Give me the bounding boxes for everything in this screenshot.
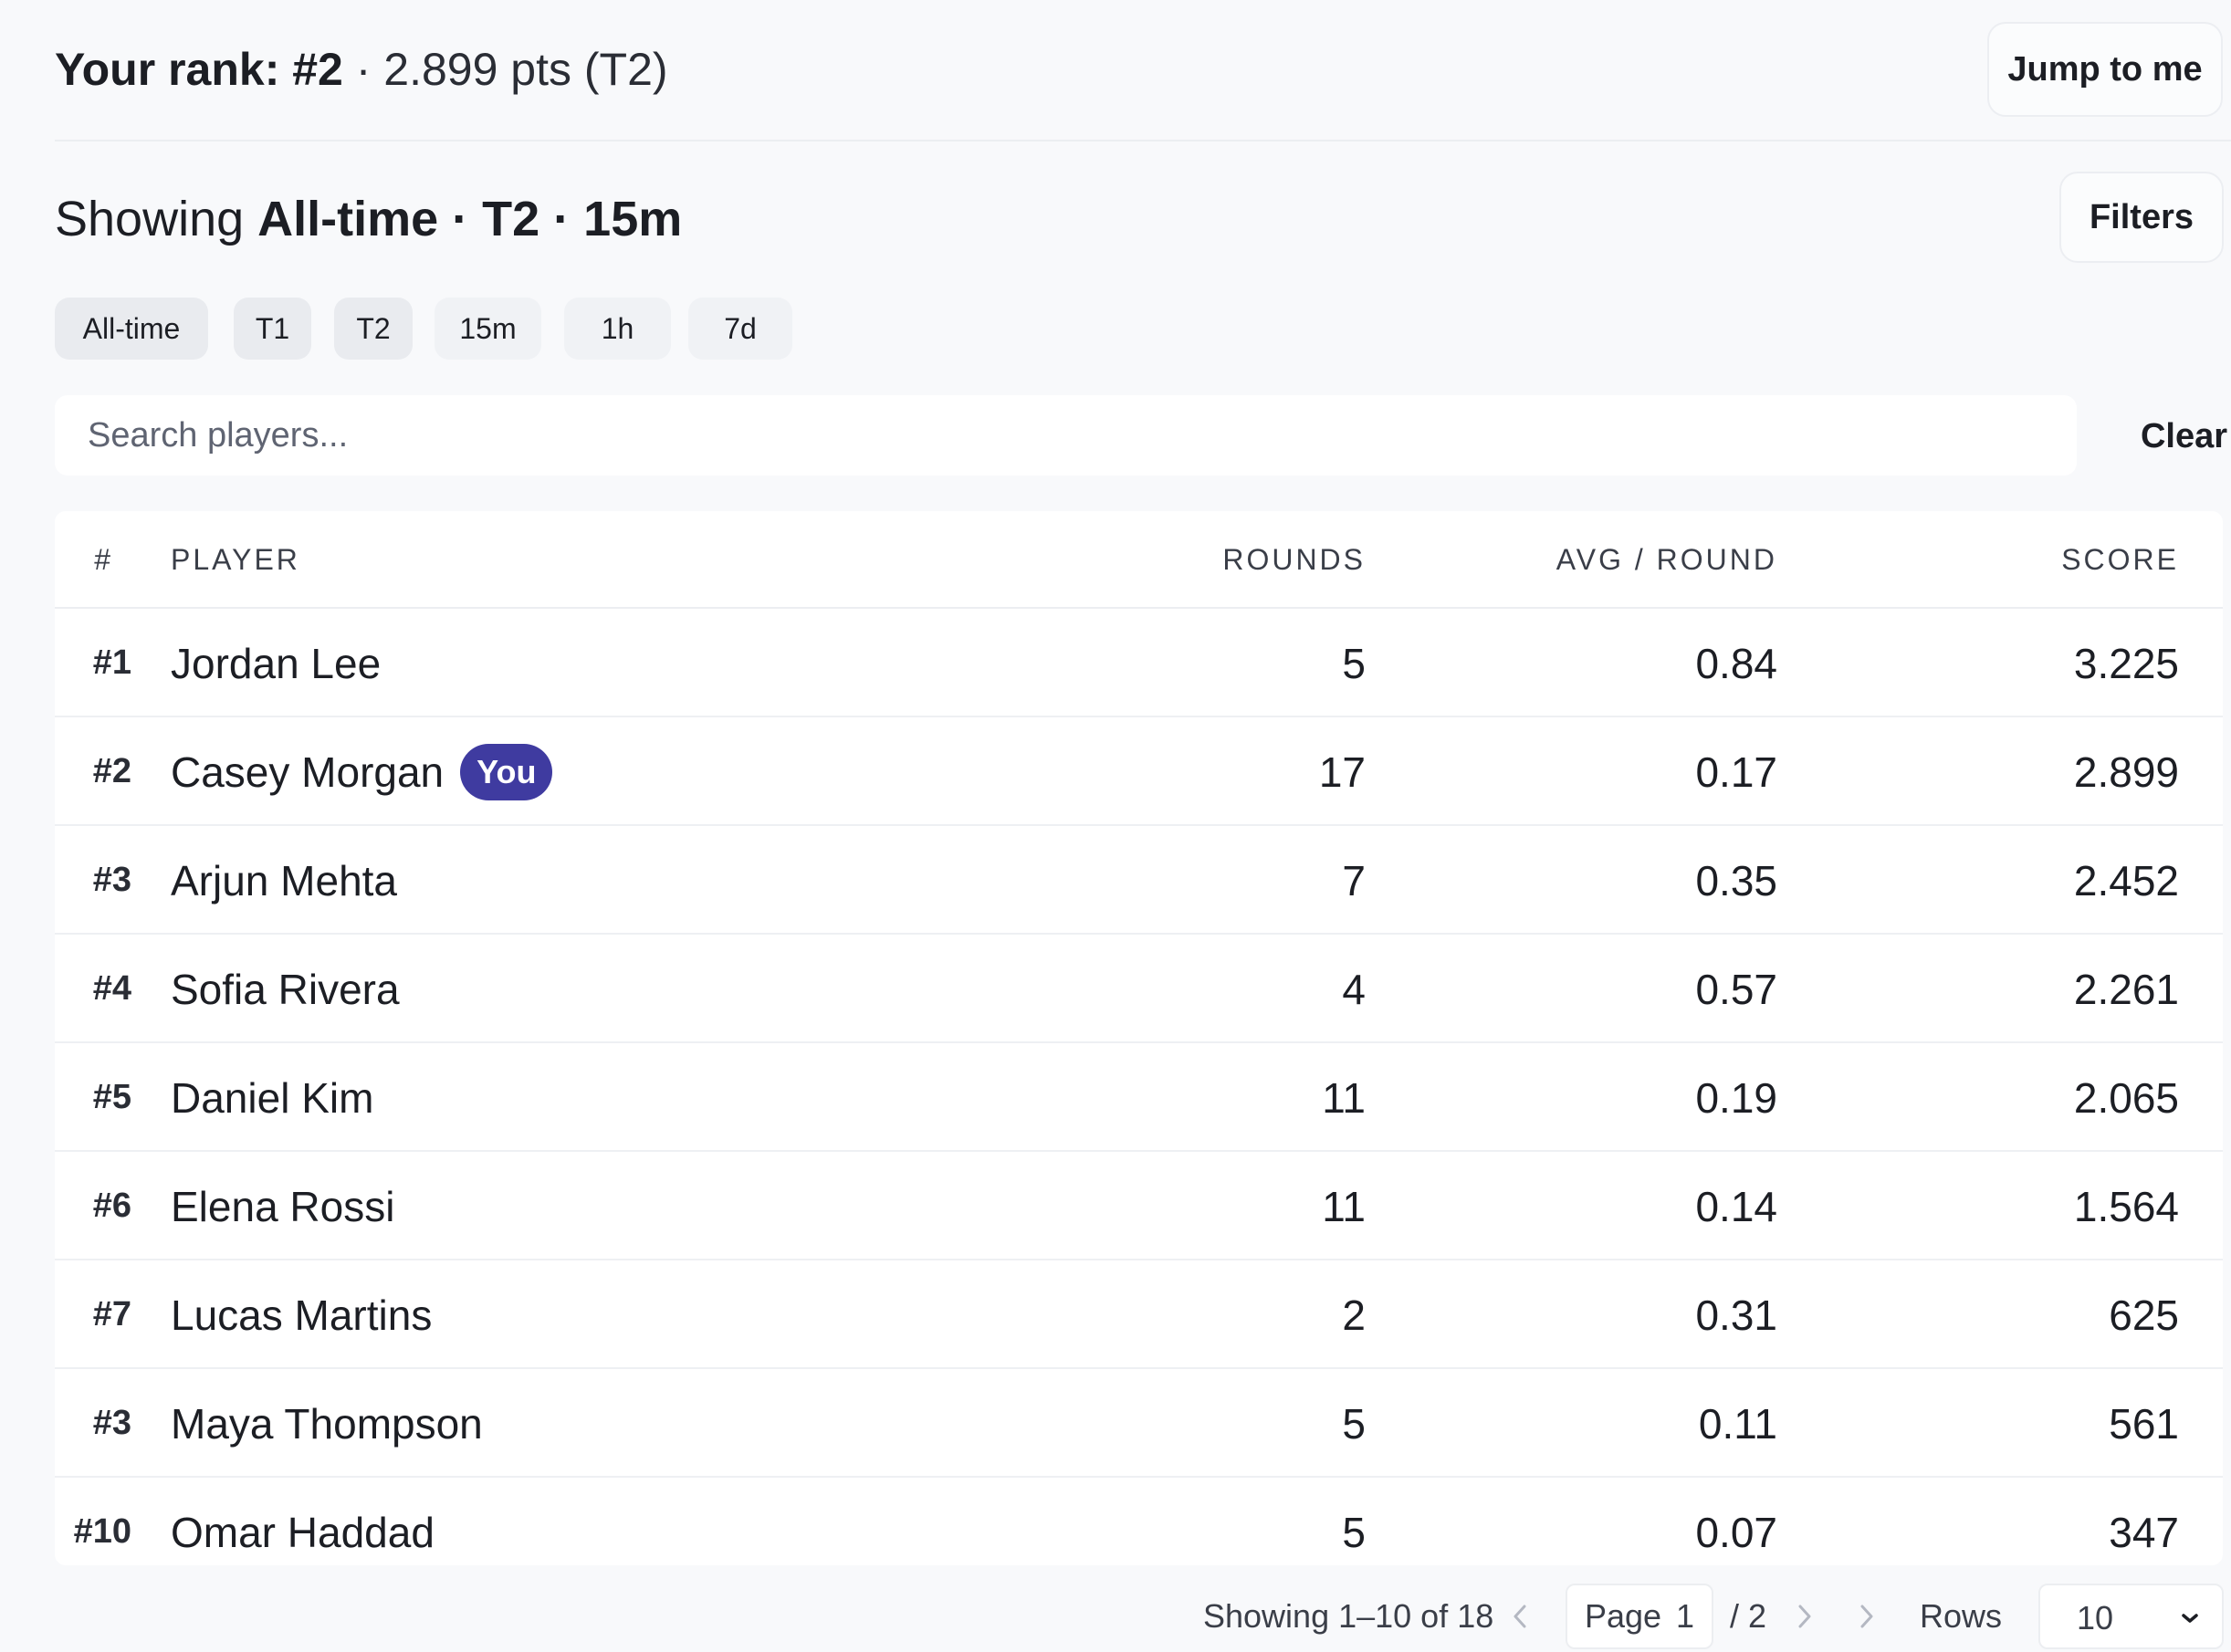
column-rounds[interactable]: ROUNDS (968, 511, 1366, 609)
your-rank-summary: Your rank: #2 · 2.899 pts (T2) (55, 40, 668, 99)
jump-to-me-button[interactable]: Jump to me (1987, 22, 2223, 117)
row-avg: 0.57 (1695, 965, 1777, 1013)
column-rank[interactable]: # (55, 511, 131, 609)
rank-detail: · 2.899 pts (T2) (342, 44, 668, 95)
row-rounds: 4 (1342, 965, 1366, 1013)
row-avg: 0.07 (1695, 1508, 1777, 1556)
row-rank: #10 (73, 1512, 131, 1551)
you-badge: You (460, 743, 553, 800)
row-player: Sofia Rivera (171, 965, 400, 1013)
clear-button[interactable]: Clear (2109, 402, 2227, 471)
chip-all-time[interactable]: All-time (55, 298, 208, 360)
chip-t1[interactable]: T1 (234, 298, 311, 360)
row-score: 3.225 (2073, 639, 2179, 687)
row-score: 2.065 (2073, 1073, 2179, 1122)
row-rank: #5 (92, 1078, 131, 1116)
page-input[interactable]: Page 1 (1566, 1584, 1713, 1649)
row-rounds: 11 (1322, 1073, 1366, 1122)
leaderboard-page: Your rank: #2 · 2.899 pts (T2) Jump to m… (0, 0, 2231, 1652)
row-score: 561 (2109, 1399, 2179, 1448)
row-rounds: 17 (1318, 748, 1366, 796)
row-rounds: 11 (1322, 1182, 1366, 1230)
table-header: # PLAYER ROUNDS AVG / ROUND SCORE (55, 511, 2223, 609)
table-row[interactable]: #6 Elena Rossi 11 0.14 1.564 (55, 1152, 2223, 1260)
showing-summary: Showing All-time · T2 · 15m (55, 190, 682, 248)
row-rounds: 5 (1342, 639, 1366, 687)
row-avg: 0.17 (1695, 748, 1777, 796)
chip-t2[interactable]: T2 (334, 298, 413, 360)
row-avg: 0.84 (1695, 639, 1777, 687)
rank-label: Your rank: #2 (55, 44, 343, 95)
row-score: 625 (2109, 1291, 2179, 1339)
row-score: 1.564 (2073, 1182, 2179, 1230)
row-player: Maya Thompson (171, 1399, 483, 1448)
row-avg: 0.31 (1695, 1291, 1777, 1339)
row-rounds: 7 (1342, 856, 1366, 904)
row-player: Arjun Mehta (171, 856, 398, 904)
row-player: Casey Morgan (171, 748, 445, 796)
row-avg: 0.35 (1695, 856, 1777, 904)
row-rounds: 5 (1342, 1399, 1366, 1448)
rows-label: Rows (1920, 1597, 2003, 1635)
row-player: Jordan Lee (171, 639, 382, 687)
row-avg: 0.14 (1695, 1182, 1777, 1230)
column-score[interactable]: SCORE (1835, 511, 2179, 609)
page-value: 1 (1676, 1597, 1695, 1635)
row-avg: 0.19 (1695, 1073, 1777, 1122)
row-rank: #4 (92, 969, 131, 1008)
row-rounds: 5 (1342, 1508, 1366, 1556)
row-rounds: 2 (1342, 1291, 1366, 1339)
filters-button[interactable]: Filters (2059, 172, 2224, 263)
chip-7d[interactable]: 7d (688, 298, 792, 360)
column-avg-round[interactable]: AVG / ROUND (1424, 511, 1777, 609)
table-row[interactable]: #7 Lucas Martins 2 0.31 625 (55, 1260, 2223, 1369)
chip-1h[interactable]: 1h (564, 298, 671, 360)
chip-15m[interactable]: 15m (435, 298, 541, 360)
pagination-summary: Showing 1–10 of 18 (1203, 1597, 1494, 1635)
filter-summary: All-time · T2 · 15m (257, 192, 683, 246)
search-input[interactable] (55, 395, 2077, 476)
page-total: / 2 (1730, 1597, 1767, 1635)
last-page-chevron-icon[interactable] (1849, 1584, 1885, 1649)
row-score: 2.261 (2073, 965, 2179, 1013)
row-rank: #1 (92, 643, 131, 682)
row-rank: #7 (92, 1295, 131, 1333)
chevron-left-icon[interactable] (1502, 1584, 1538, 1649)
row-avg: 0.11 (1698, 1399, 1777, 1448)
row-player: Lucas Martins (171, 1291, 433, 1339)
page-label: Page (1584, 1597, 1662, 1635)
row-player-cell: Casey Morgan You (171, 717, 553, 826)
row-score: 2.452 (2073, 856, 2179, 904)
showing-prefix: Showing (55, 192, 258, 246)
row-player: Omar Haddad (171, 1508, 435, 1556)
row-rank: #3 (92, 1404, 131, 1442)
rows-value: 10 (2077, 1599, 2114, 1636)
chevron-right-icon[interactable] (1786, 1584, 1823, 1649)
table-row[interactable]: #10 Omar Haddad 5 0.07 347 (55, 1478, 2223, 1565)
table-row[interactable]: #4 Sofia Rivera 4 0.57 2.261 (55, 935, 2223, 1043)
table-row[interactable]: #1 Jordan Lee 5 0.84 3.225 (55, 609, 2223, 717)
leaderboard-table: # PLAYER ROUNDS AVG / ROUND SCORE #1 Jor… (55, 511, 2223, 1565)
column-player[interactable]: PLAYER (171, 511, 300, 609)
table-row[interactable]: #3 Arjun Mehta 7 0.35 2.452 (55, 826, 2223, 935)
chevron-down-icon (2176, 1585, 2204, 1651)
header-divider (55, 140, 2231, 141)
row-player: Elena Rossi (171, 1182, 395, 1230)
row-rank: #2 (92, 752, 131, 790)
table-row[interactable]: #3 Maya Thompson 5 0.11 561 (55, 1369, 2223, 1478)
table-row[interactable]: #5 Daniel Kim 11 0.19 2.065 (55, 1043, 2223, 1152)
table-row-current-user[interactable]: #2 Casey Morgan You 17 0.17 2.899 (55, 717, 2223, 826)
rows-per-page-select[interactable]: 10 (2038, 1584, 2224, 1649)
row-score: 2.899 (2073, 748, 2179, 796)
row-rank: #3 (92, 861, 131, 899)
row-score: 347 (2109, 1508, 2179, 1556)
row-player: Daniel Kim (171, 1073, 374, 1122)
pagination: Showing 1–10 of 18 Page 1 / 2 Rows 10 (0, 1584, 2231, 1649)
row-rank: #6 (92, 1187, 131, 1225)
